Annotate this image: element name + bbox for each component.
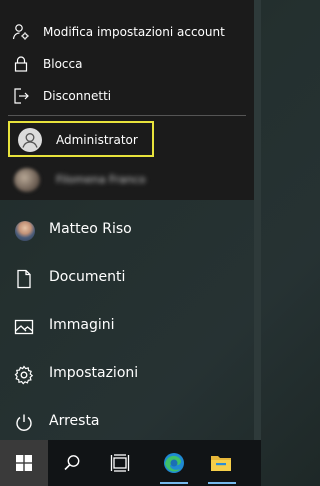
start-item-arresta[interactable]: Arresta	[0, 402, 254, 442]
windows-start-icon	[16, 455, 32, 471]
account-switch-other-user[interactable]: Filomena Franco	[12, 168, 192, 192]
lock-icon	[14, 56, 28, 72]
user-photo	[14, 168, 40, 192]
person-settings-icon	[12, 24, 29, 40]
active-indicator	[160, 482, 188, 484]
menu-item-label: Blocca	[43, 57, 83, 71]
file-explorer-icon	[211, 456, 231, 471]
task-view-button[interactable]	[96, 440, 144, 486]
taskbar	[0, 440, 261, 486]
search-button[interactable]	[48, 440, 96, 486]
account-popup: Modifica impostazioni account Blocca Dis…	[0, 0, 254, 200]
start-user-matteo-riso[interactable]: Matteo Riso	[0, 210, 254, 250]
account-switch-administrator[interactable]: Administrator	[8, 121, 154, 157]
sign-out-icon	[14, 88, 29, 104]
account-label: Filomena Franco	[56, 173, 146, 186]
menu-item-label: Disconnetti	[43, 89, 112, 103]
user-avatar	[15, 221, 35, 241]
default-avatar-icon	[18, 128, 42, 152]
start-item-documenti[interactable]: Documenti	[0, 258, 254, 298]
start-button[interactable]	[0, 440, 48, 486]
start-item-label: Impostazioni	[49, 365, 139, 381]
task-view-icon	[110, 454, 130, 472]
power-icon	[16, 414, 32, 431]
image-icon	[14, 319, 34, 335]
start-item-immagini[interactable]: Immagini	[0, 306, 254, 346]
menu-item-lock[interactable]: Blocca	[0, 48, 254, 80]
active-indicator	[208, 482, 236, 484]
edge-button[interactable]	[150, 440, 198, 486]
background-edge	[254, 0, 261, 440]
account-label: Administrator	[56, 133, 138, 147]
document-icon	[17, 269, 31, 289]
start-item-label: Matteo Riso	[49, 221, 132, 237]
edge-icon	[164, 453, 184, 473]
menu-item-sign-out[interactable]: Disconnetti	[0, 80, 254, 112]
start-item-label: Documenti	[49, 269, 126, 285]
menu-item-label: Modifica impostazioni account	[43, 25, 225, 39]
start-item-impostazioni[interactable]: Impostazioni	[0, 354, 254, 394]
menu-item-change-account-settings[interactable]: Modifica impostazioni account	[0, 16, 254, 48]
start-item-label: Arresta	[49, 413, 100, 429]
start-item-label: Immagini	[49, 317, 115, 333]
search-icon	[64, 455, 80, 471]
gear-icon	[14, 365, 34, 385]
menu-separator	[8, 115, 246, 116]
file-explorer-button[interactable]	[198, 440, 246, 486]
